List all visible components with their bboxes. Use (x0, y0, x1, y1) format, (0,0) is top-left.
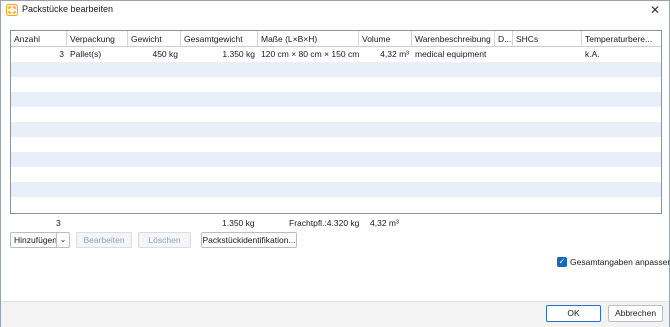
cell-shcs (513, 47, 582, 62)
cell-verpackung: Pallet(s) (70, 49, 102, 59)
delete-button[interactable]: Löschen (138, 232, 191, 248)
cell-masse: 120 cm × 80 cm × 150 cm (261, 49, 359, 59)
cancel-button[interactable]: Abbrechen (608, 305, 663, 322)
total-anzahl: 3 (56, 218, 61, 228)
empty-row (11, 107, 661, 122)
total-volume: 4,32 m³ (370, 218, 399, 228)
close-icon[interactable]: ✕ (647, 2, 663, 18)
edit-button[interactable]: Bearbeiten (76, 232, 132, 248)
adjust-totals-checkbox[interactable]: ✓ (557, 257, 567, 267)
empty-row (11, 197, 661, 212)
column-header-verpackung[interactable]: Verpackung (67, 31, 128, 47)
column-header-gewicht[interactable]: Gewicht (128, 31, 181, 47)
cell-volume: 4,32 m³ (380, 49, 409, 59)
total-frachtpflichtig: Frachtpfl.:4.320 kg (289, 218, 360, 228)
table-body: 3 Pallet(s) 450 kg 1.350 kg 120 cm × 80 … (11, 47, 661, 212)
cell-anzahl: 3 (59, 49, 64, 59)
cell-gewicht: 450 kg (152, 49, 178, 59)
adjust-totals-label: Gesamtangaben anpassen (570, 257, 670, 267)
empty-row (11, 77, 661, 92)
empty-row (11, 152, 661, 167)
total-gesamtgewicht: 1.350 kg (222, 218, 255, 228)
empty-row (11, 167, 661, 182)
empty-row (11, 92, 661, 107)
empty-row (11, 62, 661, 77)
column-header-volume[interactable]: Volume (359, 31, 412, 47)
empty-row (11, 182, 661, 197)
cell-temperaturbereich: k.A. (585, 49, 600, 59)
table-row[interactable]: 3 Pallet(s) 450 kg 1.350 kg 120 cm × 80 … (11, 47, 661, 62)
column-header-temperaturbereich[interactable]: Temperaturbere... (582, 31, 661, 47)
packages-table: Anzahl Verpackung Gewicht Gesamtgewicht … (10, 30, 662, 214)
table-header: Anzahl Verpackung Gewicht Gesamtgewicht … (11, 31, 661, 47)
add-button-label: Hinzufügen (14, 235, 58, 245)
cell-gesamtgewicht: 1.350 kg (222, 49, 255, 59)
column-header-warenbeschreibung[interactable]: Warenbeschreibung (412, 31, 495, 47)
column-header-masse[interactable]: Maße (L×B×H) (258, 31, 359, 47)
cell-d (495, 47, 513, 62)
column-header-shcs[interactable]: SHCs (513, 31, 582, 47)
chevron-down-icon[interactable]: ⌄ (56, 233, 69, 247)
app-package-icon (6, 4, 18, 16)
column-header-d[interactable]: D... (495, 31, 513, 47)
dialog-window: Packstücke bearbeiten ✕ Anzahl Verpackun… (0, 0, 670, 327)
title-bar: Packstücke bearbeiten ✕ (1, 1, 669, 19)
package-identification-button[interactable]: Packstückidentifikation... (201, 232, 297, 248)
window-title: Packstücke bearbeiten (22, 4, 114, 14)
empty-row (11, 122, 661, 137)
add-button[interactable]: Hinzufügen ⌄ (10, 232, 70, 248)
column-header-gesamtgewicht[interactable]: Gesamtgewicht (181, 31, 258, 47)
cell-warenbeschreibung: medical equipment (415, 49, 487, 59)
ok-button[interactable]: OK (546, 305, 601, 322)
empty-row (11, 137, 661, 152)
column-header-anzahl[interactable]: Anzahl (11, 31, 67, 47)
